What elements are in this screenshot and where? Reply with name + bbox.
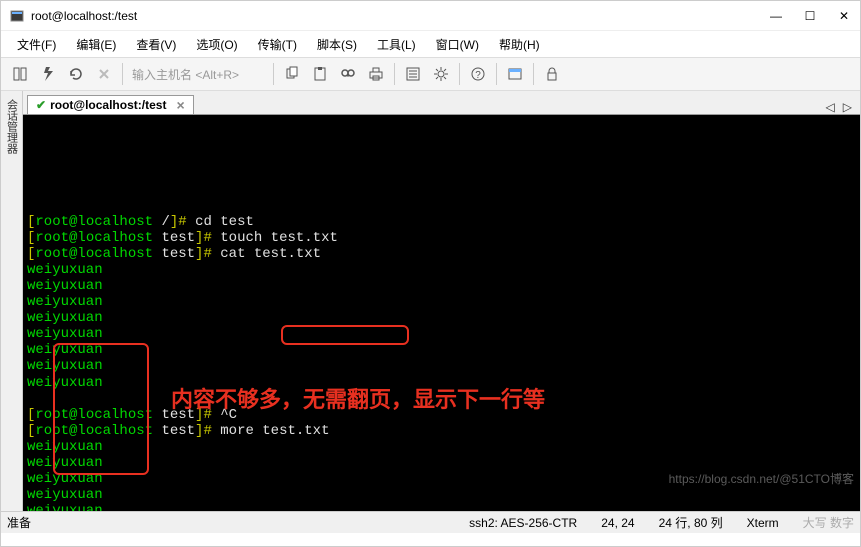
terminal-line: weiyuxuan (27, 487, 856, 503)
properties-icon[interactable] (400, 61, 426, 87)
status-bar: 准备 ssh2: AES-256-CTR 24, 24 24 行, 80 列 X… (1, 511, 860, 533)
terminal-line: [root@localhost test]# more test.txt (27, 423, 856, 439)
host-input[interactable]: 输入主机名 <Alt+R> (128, 66, 268, 83)
session-manager-sidebar[interactable]: 会话管理器 (1, 91, 23, 511)
menu-window[interactable]: 窗口(W) (428, 33, 487, 56)
session-manager-icon[interactable] (7, 61, 33, 87)
session-tab[interactable]: ✔ root@localhost:/test × (27, 95, 194, 114)
menu-tools[interactable]: 工具(L) (369, 33, 424, 56)
terminal-line: [root@localhost test]# cat test.txt (27, 246, 856, 262)
new-window-icon[interactable] (502, 61, 528, 87)
menu-script[interactable]: 脚本(S) (309, 33, 365, 56)
reconnect-icon[interactable] (63, 61, 89, 87)
toolbar-separator (273, 63, 274, 85)
menu-view[interactable]: 查看(V) (128, 33, 184, 56)
quick-connect-icon[interactable] (35, 61, 61, 87)
menu-file[interactable]: 文件(F) (9, 33, 64, 56)
app-icon (9, 8, 25, 24)
toolbar-separator (394, 63, 395, 85)
status-ready: 准备 (7, 514, 31, 531)
settings-icon[interactable] (428, 61, 454, 87)
terminal-line: weiyuxuan (27, 439, 856, 455)
tab-nav-right[interactable]: ▷ (843, 100, 852, 114)
window-title: root@localhost:/test (31, 9, 768, 23)
terminal-line: weiyuxuan (27, 326, 856, 342)
terminal-line: weiyuxuan (27, 294, 856, 310)
status-caps: 大写 数字 (803, 514, 854, 531)
terminal-line: weiyuxuan (27, 310, 856, 326)
svg-text:?: ? (475, 70, 481, 81)
tab-bar: ✔ root@localhost:/test × ◁ ▷ (23, 91, 860, 115)
terminal-line: weiyuxuan (27, 471, 856, 487)
check-icon: ✔ (36, 98, 46, 112)
toolbar-separator (122, 63, 123, 85)
status-ssh: ssh2: AES-256-CTR (469, 516, 577, 530)
toolbar-separator (533, 63, 534, 85)
help-icon[interactable]: ? (465, 61, 491, 87)
terminal-line: [root@localhost test]# touch test.txt (27, 230, 856, 246)
sidebar-label: 会话管理器 (4, 99, 20, 154)
annotation-text: 内容不够多，无需翻页，显示下一行等 (171, 387, 545, 412)
menu-options[interactable]: 选项(O) (188, 33, 245, 56)
menu-bar: 文件(F) 编辑(E) 查看(V) 选项(O) 传输(T) 脚本(S) 工具(L… (1, 31, 860, 57)
terminal-line: weiyuxuan (27, 503, 856, 511)
menu-edit[interactable]: 编辑(E) (68, 33, 124, 56)
terminal-line: weiyuxuan (27, 342, 856, 358)
minimize-button[interactable]: — (768, 8, 784, 24)
menu-help[interactable]: 帮助(H) (491, 33, 548, 56)
print-icon[interactable] (363, 61, 389, 87)
window-titlebar: root@localhost:/test — ☐ ✕ (1, 1, 860, 31)
lock-icon[interactable] (539, 61, 565, 87)
terminal-line: weiyuxuan (27, 358, 856, 374)
tab-nav-left[interactable]: ◁ (826, 100, 835, 114)
toolbar-separator (496, 63, 497, 85)
find-icon[interactable] (335, 61, 361, 87)
tab-title: root@localhost:/test (50, 98, 166, 112)
terminal-output[interactable]: 内容不够多，无需翻页，显示下一行等 https://blog.csdn.net/… (23, 115, 860, 511)
menu-transfer[interactable]: 传输(T) (250, 33, 305, 56)
close-button[interactable]: ✕ (836, 8, 852, 24)
status-cursor-pos: 24, 24 (601, 516, 634, 530)
paste-icon[interactable] (307, 61, 333, 87)
maximize-button[interactable]: ☐ (802, 8, 818, 24)
terminal-line: [root@localhost /]# cd test (27, 214, 856, 230)
status-size: 24 行, 80 列 (659, 514, 723, 531)
status-term: Xterm (747, 516, 779, 530)
terminal-line: weiyuxuan (27, 455, 856, 471)
tab-close-button[interactable]: × (176, 98, 184, 112)
toolbar-separator (459, 63, 460, 85)
terminal-line: weiyuxuan (27, 262, 856, 278)
terminal-line: weiyuxuan (27, 278, 856, 294)
disconnect-icon[interactable] (91, 61, 117, 87)
copy-icon[interactable] (279, 61, 305, 87)
toolbar: 输入主机名 <Alt+R> ? (1, 57, 860, 91)
